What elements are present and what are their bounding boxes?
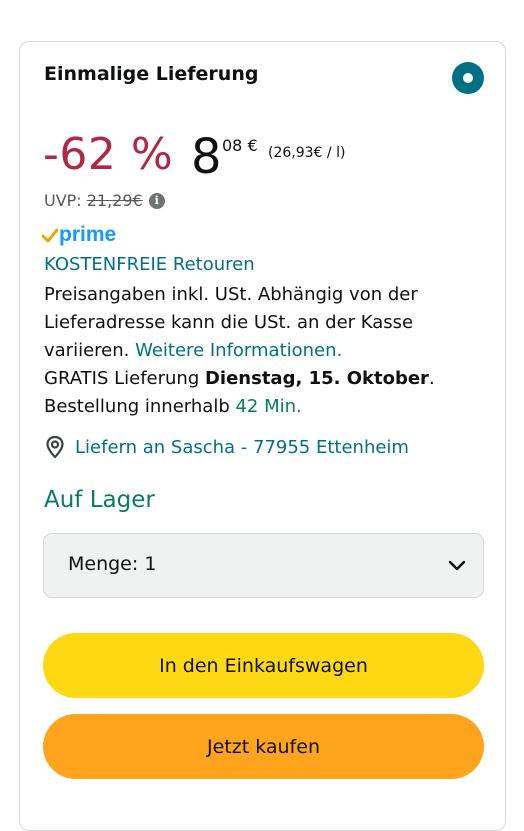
discount-percentage: -62 % [43, 129, 174, 180]
uvp-row: UVP: 21,29€ i [44, 191, 165, 210]
unit-price: (26,93€ / l) [268, 145, 346, 161]
free-returns-link[interactable]: KOSTENFREIE Retouren [44, 254, 255, 275]
delivery-date: Dienstag, 15. Oktober [204, 368, 429, 389]
deliver-to-link[interactable]: Liefern an Sascha - 77955 Ettenheim [44, 435, 409, 459]
radio-selected-icon[interactable] [452, 62, 484, 94]
order-within-time: 42 Min. [235, 396, 302, 417]
checkmark-icon [42, 228, 58, 243]
uvp-label: UVP: [44, 191, 82, 210]
delivery-option-title: Einmalige Lieferung [44, 63, 259, 85]
buy-now-button[interactable]: Jetzt kaufen [43, 714, 484, 779]
price-whole: 8 [191, 129, 222, 185]
radio-dot [463, 73, 473, 83]
uvp-value: 21,29€ [86, 191, 143, 210]
prime-label: prime [59, 223, 117, 246]
delivery-prefix: GRATIS Lieferung [44, 368, 200, 389]
chevron-down-icon [448, 560, 466, 571]
price-fraction: 08 € [222, 136, 258, 155]
one-time-delivery-card[interactable]: Einmalige Lieferung -62 % 8 08 € (26,93€… [19, 41, 506, 831]
info-icon[interactable]: i [148, 192, 165, 209]
more-info-link[interactable]: Weitere Informationen. [135, 340, 342, 361]
add-to-cart-button[interactable]: In den Einkaufswagen [43, 633, 484, 698]
stock-status: Auf Lager [44, 487, 155, 513]
order-within-prefix: Bestellung innerhalb [44, 396, 230, 417]
quantity-label: Menge: 1 [68, 553, 157, 575]
quantity-dropdown[interactable]: Menge: 1 [43, 533, 484, 598]
prime-badge: prime [42, 223, 116, 247]
tax-and-delivery-info: Preisangaben inkl. USt. Abhängig von der… [44, 284, 435, 417]
deliver-to-text[interactable]: Liefern an Sascha - 77955 Ettenheim [75, 437, 409, 458]
location-pin-icon [46, 435, 64, 459]
